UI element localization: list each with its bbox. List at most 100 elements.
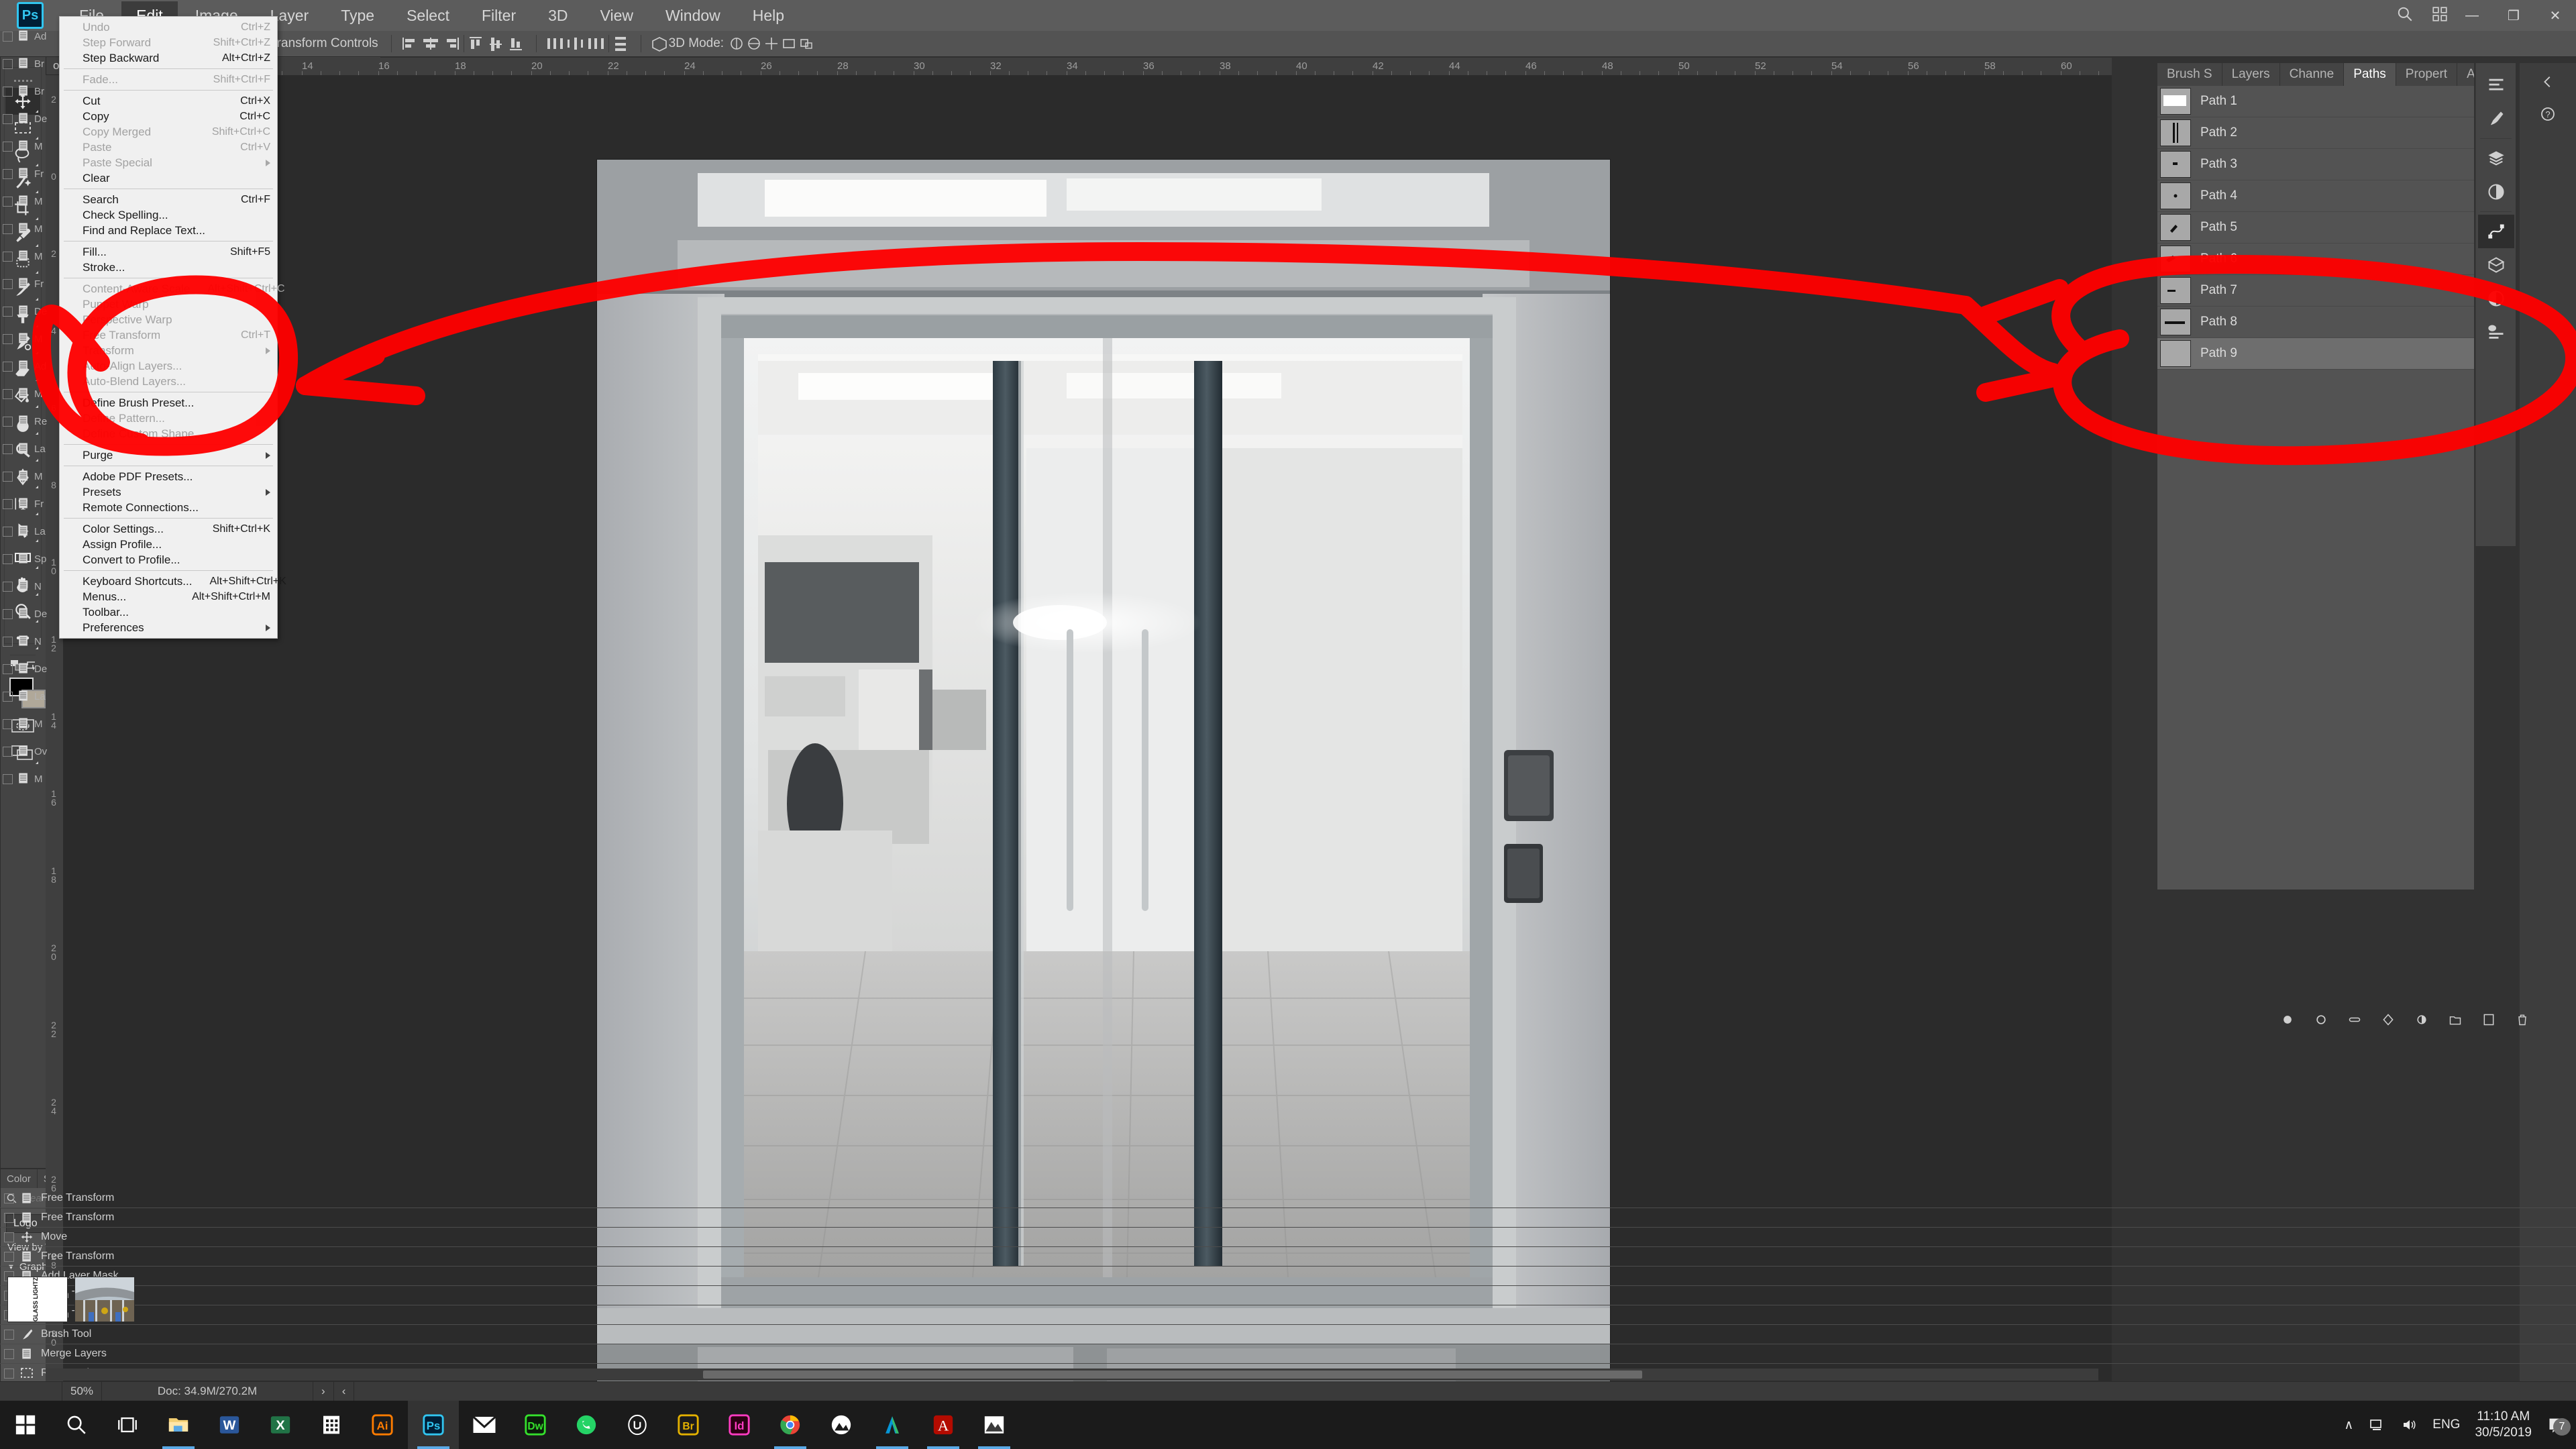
- status-prev-arrow[interactable]: ‹: [334, 1382, 355, 1401]
- history-item[interactable]: Brush Tool: [0, 1325, 2576, 1344]
- history-snapshot-checkbox[interactable]: [4, 1368, 14, 1379]
- distribute-vertical-icon[interactable]: [612, 35, 632, 52]
- menu-3d[interactable]: 3D: [533, 1, 582, 30]
- edit-menu-item-assign-profile[interactable]: Assign Profile...: [60, 537, 277, 552]
- history-snapshot-checkbox[interactable]: [3, 334, 13, 344]
- taskbar-adobe-bridge[interactable]: Br: [663, 1401, 714, 1449]
- edit-menu-dropdown[interactable]: Undo Ctrl+Z Step Forward Shift+Ctrl+Z Step B…: [59, 16, 286, 639]
- taskbar-start-button[interactable]: [0, 1401, 51, 1449]
- history-snapshot-checkbox[interactable]: [3, 417, 13, 427]
- history-snapshot-checkbox[interactable]: [3, 389, 13, 399]
- library-asset-photo[interactable]: [74, 1277, 135, 1322]
- edit-menu-item-color-settings[interactable]: Color Settings... Shift+Ctrl+K: [60, 521, 277, 537]
- edit-menu-item-presets[interactable]: Presets: [60, 484, 277, 500]
- edit-menu-item-preferences[interactable]: Preferences: [60, 620, 277, 635]
- path-row[interactable]: Path 5: [2157, 212, 2474, 244]
- align-bottom-edges-icon[interactable]: [507, 35, 527, 52]
- menu-select[interactable]: Select: [392, 1, 464, 30]
- history-item[interactable]: Move: [0, 1228, 2576, 1247]
- close-button[interactable]: ✕: [2534, 0, 2576, 31]
- three-d-scale-icon[interactable]: [798, 36, 815, 52]
- status-next-arrow[interactable]: ›: [313, 1382, 334, 1401]
- panel-rail-color-icon[interactable]: [2478, 102, 2514, 136]
- edit-menu-item-adobe-pdf-presets[interactable]: Adobe PDF Presets...: [60, 469, 277, 484]
- edit-menu-item-toolbar[interactable]: Toolbar...: [60, 604, 277, 620]
- history-side-item[interactable]: De: [3, 655, 70, 683]
- grid-icon[interactable]: [2431, 5, 2449, 23]
- path-row[interactable]: Path 4: [2157, 180, 2474, 212]
- history-item[interactable]: Free Transform: [0, 1247, 2576, 1267]
- history-snapshot-checkbox[interactable]: [3, 87, 13, 97]
- edit-menu-item-cut[interactable]: Cut Ctrl+X: [60, 93, 277, 109]
- history-link-icon[interactable]: [2348, 1013, 2361, 1026]
- history-snapshot-checkbox[interactable]: [3, 59, 13, 69]
- panel-rail-properties-icon[interactable]: [2478, 68, 2514, 102]
- menu-filter[interactable]: Filter: [467, 1, 531, 30]
- edit-menu-item-menus[interactable]: Menus... Alt+Shift+Ctrl+M: [60, 589, 277, 604]
- history-snapshot-checkbox[interactable]: [3, 307, 13, 317]
- history-item[interactable]: Free Transform: [0, 1189, 2576, 1208]
- volume-icon[interactable]: [2400, 1417, 2418, 1433]
- strip-collapse-icon[interactable]: [2534, 68, 2561, 95]
- horizontal-scrollbar[interactable]: [46, 1368, 2098, 1381]
- taskbar-google-chrome[interactable]: [765, 1401, 816, 1449]
- history-side-item[interactable]: M: [3, 710, 70, 738]
- history-side-item[interactable]: La: [3, 683, 70, 710]
- history-snapshot-checkbox[interactable]: [3, 747, 13, 757]
- history-item[interactable]: Merge Layers: [0, 1344, 2576, 1364]
- clock[interactable]: 11:10 AM 30/5/2019: [2475, 1409, 2532, 1441]
- zoom-level[interactable]: 50%: [62, 1382, 103, 1401]
- taskbar-microsoft-excel[interactable]: X: [255, 1401, 306, 1449]
- library-asset-logo[interactable]: SAGEGLASS LIGHTZONE: [7, 1277, 68, 1322]
- history-snapshot-checkbox[interactable]: [4, 1329, 14, 1340]
- edit-menu-item-purge[interactable]: Purge: [60, 447, 277, 463]
- taskbar-autodesk[interactable]: [867, 1401, 918, 1449]
- language-indicator[interactable]: ENG: [2432, 1417, 2460, 1432]
- history-snapshot-checkbox[interactable]: [3, 527, 13, 537]
- history-snapshot-checkbox[interactable]: [3, 252, 13, 262]
- history-mask-icon[interactable]: [2381, 1013, 2395, 1026]
- taskbar-adobe-illustrator[interactable]: Ai: [357, 1401, 408, 1449]
- edit-menu-item-clear[interactable]: Clear: [60, 170, 277, 186]
- three-d-rotate-icon[interactable]: [728, 36, 745, 52]
- history-snapshot-checkbox[interactable]: [3, 169, 13, 179]
- history-snapshot-checkbox[interactable]: [3, 472, 13, 482]
- history-snapshot-checkbox[interactable]: [4, 1212, 14, 1223]
- three-d-roll-icon[interactable]: [745, 36, 763, 52]
- history-snapshot-checkbox[interactable]: [4, 1348, 14, 1359]
- edit-menu-item-check-spelling[interactable]: Check Spelling...: [60, 207, 277, 223]
- notifications-button[interactable]: 7: [2546, 1415, 2571, 1436]
- menu-type[interactable]: Type: [326, 1, 389, 30]
- taskbar-image-viewer[interactable]: [816, 1401, 867, 1449]
- distribute-left-icon[interactable]: [545, 35, 566, 52]
- path-row[interactable]: Path 9: [2157, 338, 2474, 370]
- history-snapshot-checkbox[interactable]: [3, 32, 13, 42]
- history-circle-outline-icon[interactable]: [2314, 1013, 2328, 1026]
- distribute-center-icon[interactable]: [566, 35, 586, 52]
- taskbar-adobe-indesign[interactable]: Id: [714, 1401, 765, 1449]
- history-snapshot-checkbox[interactable]: [3, 197, 13, 207]
- history-snapshot-checkbox[interactable]: [3, 692, 13, 702]
- maximize-button[interactable]: ❐: [2493, 0, 2534, 31]
- taskbar-file-explorer[interactable]: [153, 1401, 204, 1449]
- edit-menu-item-define-brush-preset[interactable]: Define Brush Preset...: [60, 395, 277, 411]
- panel-rail-brush-settings-icon[interactable]: [2478, 315, 2514, 349]
- paths-panel-tab-brush-s[interactable]: Brush S: [2157, 63, 2222, 86]
- history-trash-icon[interactable]: [2516, 1013, 2529, 1026]
- history-item[interactable]: Free Transform: [0, 1208, 2576, 1228]
- taskbar-photos[interactable]: [969, 1401, 1020, 1449]
- taskbar-unreal-engine[interactable]: [612, 1401, 663, 1449]
- search-icon[interactable]: [2396, 5, 2414, 23]
- edit-menu-item-find-and-replace-text[interactable]: Find and Replace Text...: [60, 223, 277, 238]
- edit-menu-item-copy[interactable]: Copy Ctrl+C: [60, 109, 277, 124]
- history-snapshot-checkbox[interactable]: [4, 1251, 14, 1262]
- panel-rail-layers-icon[interactable]: [2478, 142, 2514, 175]
- taskbar-search-button[interactable]: [51, 1401, 102, 1449]
- three-d-slide-icon[interactable]: [780, 36, 798, 52]
- history-snapshot-checkbox[interactable]: [3, 114, 13, 124]
- three-d-pan-icon[interactable]: [763, 36, 780, 52]
- taskbar-calculator[interactable]: [306, 1401, 357, 1449]
- align-vertical-centers-icon[interactable]: [487, 35, 507, 52]
- taskbar-task-view-button[interactable]: [102, 1401, 153, 1449]
- history-snapshot-checkbox[interactable]: [3, 499, 13, 509]
